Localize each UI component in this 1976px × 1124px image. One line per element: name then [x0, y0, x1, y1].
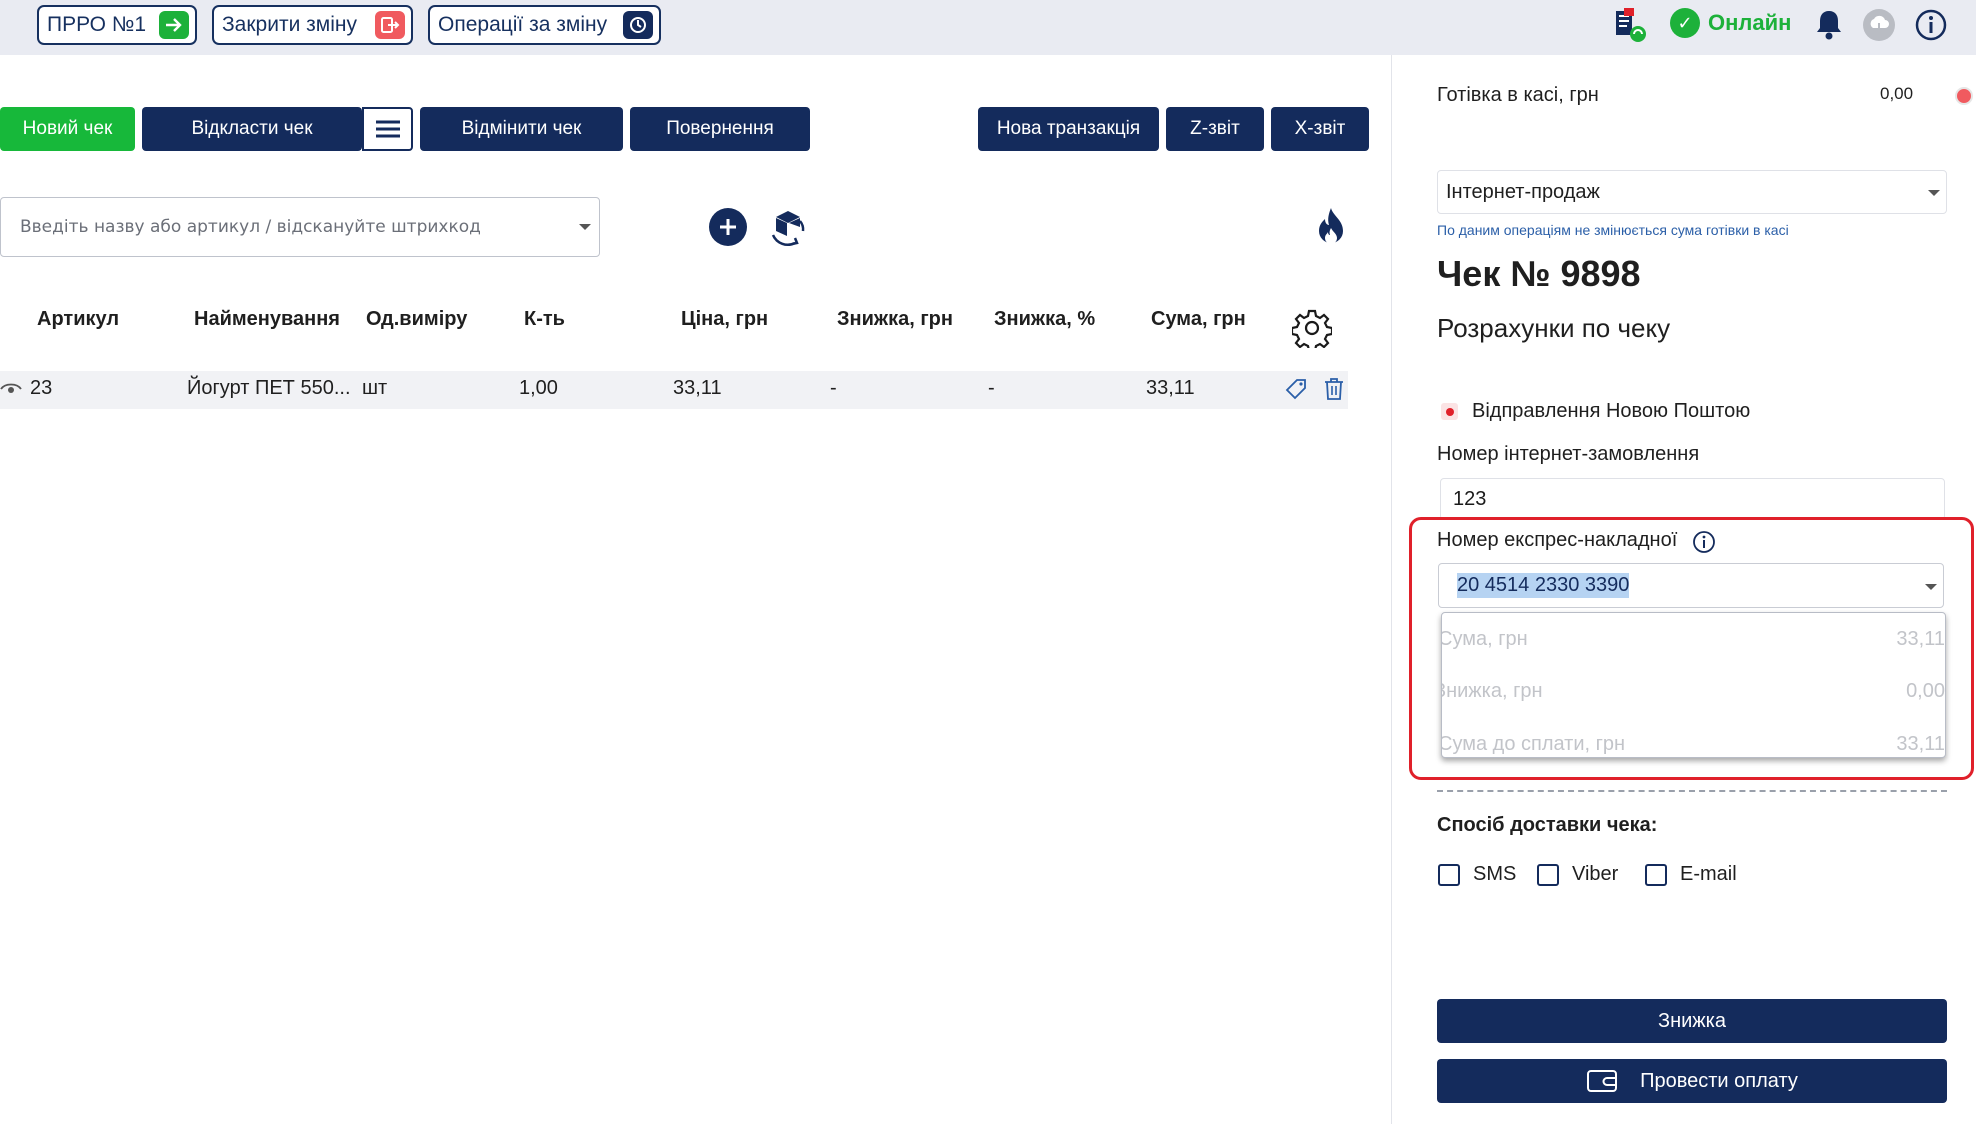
add-product-icon[interactable]: [708, 207, 748, 252]
checkbox-icon: [1645, 863, 1667, 886]
email-label: E-mail: [1680, 863, 1737, 885]
cell-price: 33,11: [673, 377, 722, 399]
column-header-unit: Од.виміру: [366, 308, 468, 330]
column-header-sum: Сума, грн: [1151, 308, 1246, 330]
prro-button[interactable]: ПРРО №1: [37, 5, 197, 45]
info-icon[interactable]: [1914, 8, 1948, 47]
cell-unit: шт: [362, 377, 388, 399]
viber-label: Viber: [1572, 863, 1619, 885]
check-title: Чек № 9898: [1437, 253, 1641, 294]
product-search-input[interactable]: Введіть назву або артикул / відскануйте …: [0, 197, 600, 257]
cell-discount-pct: -: [988, 377, 995, 399]
pay-button[interactable]: Провести оплату: [1437, 1059, 1947, 1103]
close-shift-button[interactable]: Закрити зміну: [212, 5, 413, 45]
wallet-icon: [1586, 1068, 1618, 1094]
column-header-name: Найменування: [194, 308, 340, 330]
status-dot-icon: [1955, 87, 1973, 105]
viber-checkbox[interactable]: Viber: [1537, 863, 1618, 886]
sale-type-value: Інтернет-продаж: [1446, 180, 1600, 203]
order-number-field[interactable]: 123: [1440, 478, 1945, 520]
cell-sum: 33,11: [1146, 377, 1195, 399]
cancel-check-button[interactable]: Відмінити чек: [420, 107, 623, 151]
column-header-discount-pct: Знижка, %: [994, 308, 1096, 330]
column-header-article: Артикул: [37, 308, 120, 330]
arrow-right-icon: [159, 11, 189, 39]
shift-operations-button[interactable]: Операції за зміну: [428, 5, 661, 45]
np-toggle[interactable]: [1441, 403, 1458, 420]
column-header-discount-uah: Знижка, грн: [837, 308, 953, 330]
sms-label: SMS: [1473, 863, 1517, 885]
column-header-price: Ціна, грн: [681, 308, 769, 330]
email-checkbox[interactable]: E-mail: [1645, 863, 1737, 886]
search-placeholder: Введіть назву або артикул / відскануйте …: [20, 217, 481, 237]
dashed-divider: [1437, 790, 1947, 792]
sms-checkbox[interactable]: SMS: [1438, 863, 1516, 886]
hamburger-icon: [375, 120, 400, 138]
online-label: Онлайн: [1708, 10, 1792, 35]
cash-value: 0,00: [1880, 84, 1914, 103]
trash-icon[interactable]: [1323, 377, 1345, 406]
cell-discount-uah: -: [830, 377, 837, 399]
panel-divider: [1391, 55, 1392, 1124]
delivery-label: Спосіб доставки чека:: [1437, 814, 1658, 836]
eye-icon[interactable]: [0, 382, 22, 401]
chevron-down-icon: [1928, 190, 1940, 196]
clock-icon: [623, 11, 653, 39]
highlight-frame: [1409, 517, 1974, 780]
box-refresh-icon[interactable]: [767, 205, 811, 254]
online-status: ✓ Онлайн: [1670, 8, 1791, 38]
z-report-button[interactable]: Z-звіт: [1166, 107, 1264, 151]
discount-button-label: Знижка: [1658, 1009, 1726, 1032]
new-check-button[interactable]: Новий чек: [0, 107, 135, 151]
shift-operations-label: Операції за зміну: [438, 13, 608, 36]
cell-qty: 1,00: [519, 377, 558, 399]
bell-icon[interactable]: [1813, 8, 1845, 47]
prro-label: ПРРО №1: [47, 13, 147, 36]
sale-type-select[interactable]: Інтернет-продаж: [1437, 170, 1947, 214]
close-shift-label: Закрити зміну: [222, 13, 357, 36]
tag-icon[interactable]: [1284, 377, 1308, 406]
flame-icon[interactable]: [1314, 206, 1348, 251]
order-number-label: Номер інтернет-замовлення: [1437, 443, 1700, 465]
top-bar: ПРРО №1 Закрити зміну Операції за зміну …: [0, 0, 1976, 55]
discount-button[interactable]: Знижка: [1437, 999, 1947, 1043]
receipt-sync-icon[interactable]: [1612, 8, 1648, 49]
np-label: Відправлення Новою Поштою: [1472, 400, 1751, 422]
new-transaction-button[interactable]: Нова транзакція: [978, 107, 1159, 151]
cash-label: Готівка в касі, грн: [1437, 84, 1599, 106]
checkbox-icon: [1537, 863, 1559, 886]
x-report-button[interactable]: X-звіт: [1271, 107, 1369, 151]
column-header-qty: К-ть: [524, 308, 565, 330]
order-number-value: 123: [1453, 487, 1487, 510]
refund-button[interactable]: Повернення: [630, 107, 810, 151]
menu-button[interactable]: [362, 107, 413, 151]
calc-title: Розрахунки по чеку: [1437, 313, 1671, 343]
cell-article: 23: [30, 377, 53, 399]
sale-type-note: По даним операціям не змінюється сума го…: [1437, 222, 1789, 238]
postpone-check-button[interactable]: Відкласти чек: [142, 107, 362, 151]
check-circle-icon: ✓: [1670, 8, 1700, 38]
gear-icon[interactable]: [1290, 308, 1334, 353]
logout-icon: [375, 11, 405, 39]
cell-name: Йогурт ПЕТ 550...: [187, 377, 351, 399]
chevron-down-icon: [579, 224, 591, 230]
download-cloud-icon[interactable]: [1862, 8, 1896, 47]
dot-icon: [1445, 407, 1454, 416]
checkbox-icon: [1438, 863, 1460, 886]
pay-button-label: Провести оплату: [1640, 1069, 1798, 1092]
